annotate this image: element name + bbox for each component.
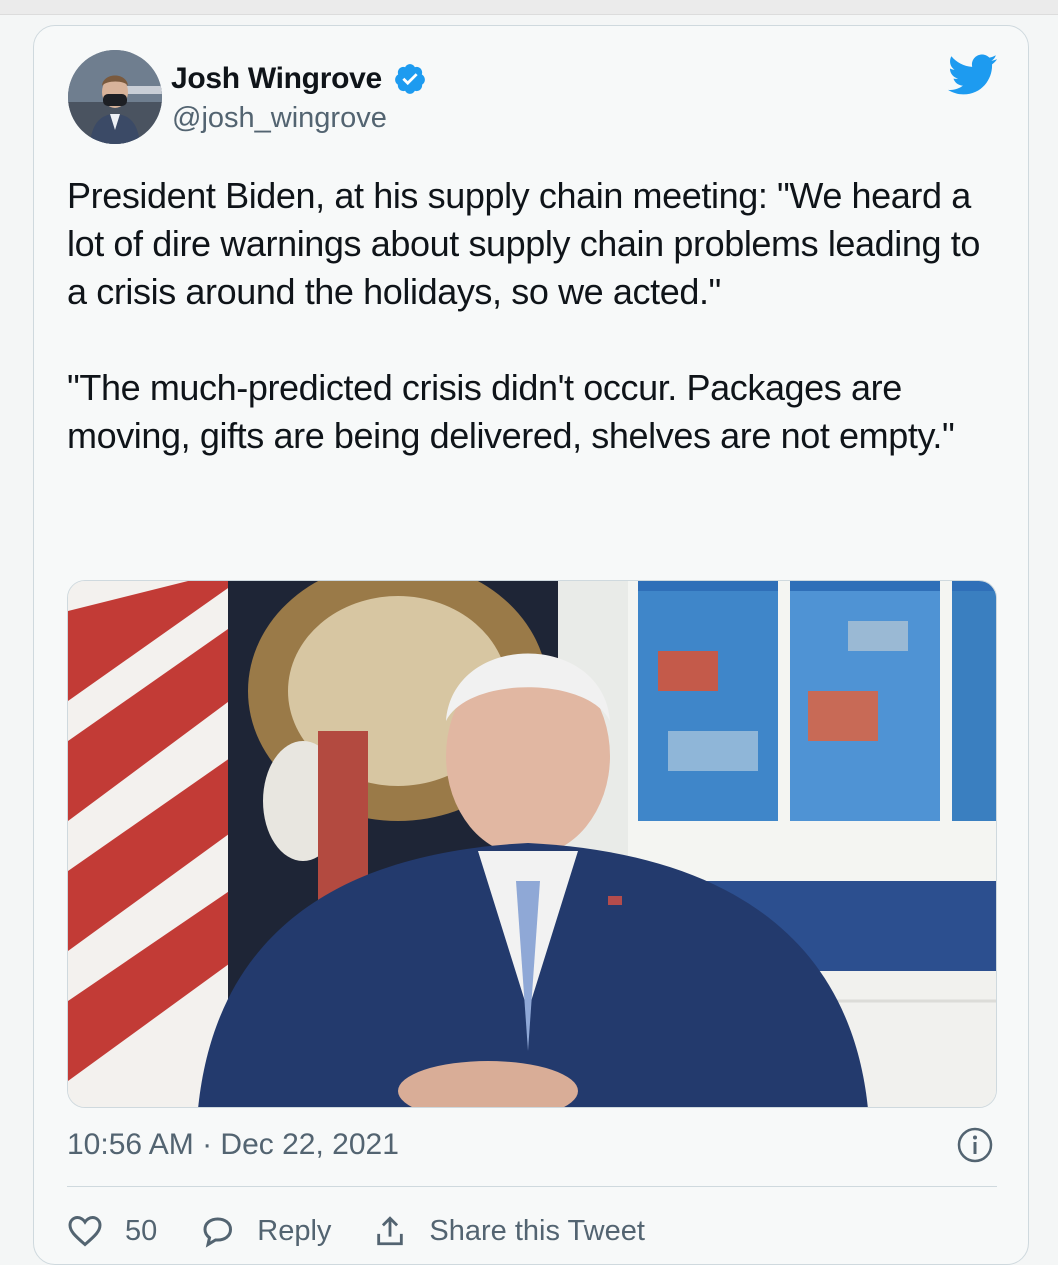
twitter-bird-icon[interactable] — [948, 54, 998, 96]
reply-label: Reply — [257, 1214, 332, 1247]
divider — [67, 1186, 997, 1187]
tweet-text: President Biden, at his supply chain mee… — [67, 172, 997, 508]
like-button[interactable]: 50 — [67, 1214, 157, 1248]
verified-badge-icon — [395, 64, 425, 94]
avatar[interactable] — [68, 50, 162, 144]
like-count: 50 — [125, 1214, 158, 1247]
tweet-photo[interactable] — [67, 580, 997, 1108]
tweet-paragraph: President Biden, at his supply chain mee… — [67, 175, 980, 312]
share-label: Share this Tweet — [429, 1214, 645, 1247]
tweet-paragraph: "The much-predicted crisis didn't occur.… — [67, 367, 955, 456]
reply-bubble-icon — [203, 1217, 233, 1248]
share-button[interactable]: Share this Tweet — [373, 1214, 645, 1248]
author-name[interactable]: Josh Wingrove — [171, 62, 382, 96]
tweet-actions: 50 Reply Share this Tweet — [67, 1206, 687, 1256]
author-handle[interactable]: @josh_wingrove — [172, 102, 387, 135]
heart-icon — [68, 1215, 102, 1247]
info-icon[interactable] — [956, 1126, 994, 1164]
tweet-timestamp[interactable]: 10:56 AM · Dec 22, 2021 — [67, 1128, 399, 1162]
share-icon — [377, 1216, 404, 1246]
tweet-card: Josh Wingrove @josh_wingrove President B… — [33, 25, 1029, 1265]
browser-top-strip — [0, 0, 1058, 15]
reply-button[interactable]: Reply — [199, 1214, 331, 1248]
